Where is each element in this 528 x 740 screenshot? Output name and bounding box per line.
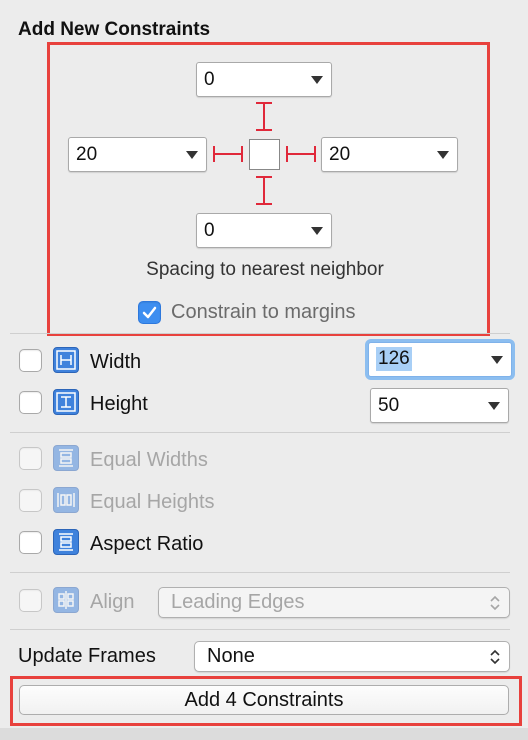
left-strut-icon[interactable] [212,143,244,165]
width-label: Width [90,351,142,373]
chevron-down-icon[interactable] [186,151,198,159]
equal-widths-icon [53,445,79,471]
equal-heights-checkbox[interactable] [19,489,42,512]
right-strut-icon[interactable] [285,143,317,165]
align-checkbox[interactable] [19,589,42,612]
height-constraint-icon [53,389,79,415]
spacing-caption: Spacing to nearest neighbor [146,259,384,280]
updown-chevron-icon[interactable] [489,594,501,612]
aspect-ratio-icon [53,529,79,555]
align-label: Align [90,591,135,613]
update-frames-popup[interactable]: None [194,641,510,672]
divider [10,572,510,573]
bottom-spacing-combo[interactable]: 0 [196,213,332,248]
chevron-down-icon[interactable] [311,227,323,235]
equal-heights-label: Equal Heights [90,491,215,513]
top-spacing-value[interactable]: 0 [204,63,215,96]
height-label: Height [90,393,148,415]
left-spacing-value[interactable]: 20 [76,138,97,171]
top-strut-icon[interactable] [253,101,275,132]
update-frames-value[interactable]: None [207,645,255,667]
view-preview-box [249,139,280,170]
right-spacing-value[interactable]: 20 [329,138,350,171]
height-value-combo[interactable]: 50 [370,388,509,423]
divider [10,432,510,433]
constrain-to-margins-checkbox[interactable] [138,301,161,324]
width-constraint-icon [53,347,79,373]
panel-title: Add New Constraints [18,19,211,40]
bottom-strip [0,728,528,740]
update-frames-label: Update Frames [18,645,156,667]
checkmark-icon [142,306,157,319]
height-checkbox[interactable] [19,391,42,414]
top-spacing-combo[interactable]: 0 [196,62,332,97]
equal-heights-icon [53,487,79,513]
equal-widths-label: Equal Widths [90,449,208,471]
divider [10,629,510,630]
aspect-ratio-label: Aspect Ratio [90,533,204,555]
chevron-down-icon[interactable] [311,76,323,84]
constrain-to-margins-label[interactable]: Constrain to margins [171,301,356,324]
equal-widths-checkbox[interactable] [19,447,42,470]
bottom-spacing-value[interactable]: 0 [204,214,215,247]
add-constraints-button[interactable]: Add 4 Constraints [19,685,509,715]
chevron-down-icon[interactable] [491,356,503,364]
chevron-down-icon[interactable] [488,402,500,410]
align-icon [53,587,79,613]
width-value[interactable]: 126 [376,347,412,371]
right-spacing-combo[interactable]: 20 [321,137,458,172]
width-value-combo[interactable]: 126 [368,342,512,377]
bottom-strut-icon[interactable] [253,175,275,206]
left-spacing-combo[interactable]: 20 [68,137,207,172]
divider [10,333,510,334]
updown-chevron-icon[interactable] [489,648,501,666]
align-popup[interactable]: Leading Edges [158,587,510,618]
align-popup-value[interactable]: Leading Edges [171,591,304,613]
width-checkbox[interactable] [19,349,42,372]
aspect-ratio-checkbox[interactable] [19,531,42,554]
chevron-down-icon[interactable] [437,151,449,159]
height-value[interactable]: 50 [378,389,399,422]
